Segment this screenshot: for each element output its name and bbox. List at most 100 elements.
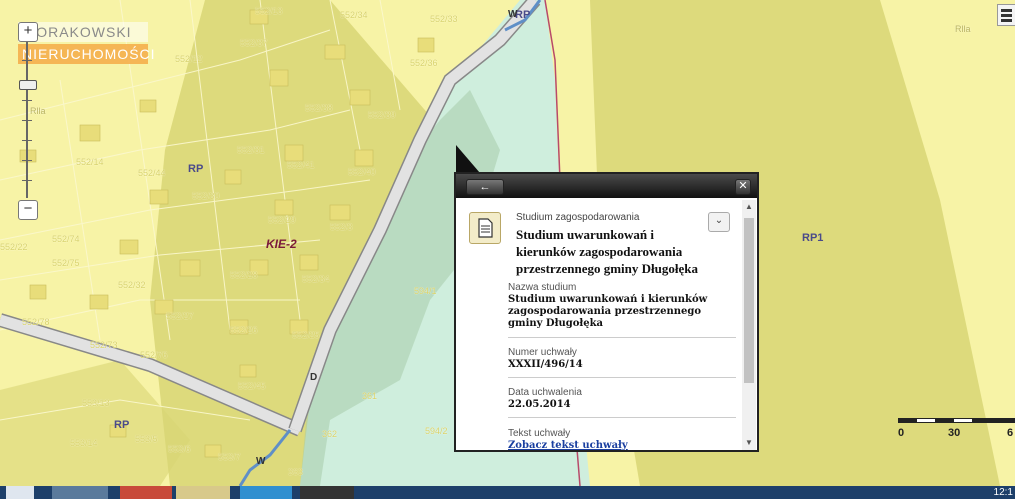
scale-segment <box>972 418 1015 423</box>
field-separator <box>508 337 736 338</box>
parcel-label: 552/3 <box>330 222 353 232</box>
taskbar-clock: 12:1 <box>993 487 1013 498</box>
parcel-label: 552/37 <box>240 38 268 48</box>
road-label: W <box>508 9 518 20</box>
field-label: Tekst uchwały <box>508 428 571 439</box>
zone-label: Rlla <box>955 24 971 34</box>
zoom-tick <box>22 100 32 101</box>
parcel-label: 594/2 <box>425 426 448 436</box>
taskbar-app-icon[interactable] <box>52 486 108 499</box>
parcel-label: 553/6 <box>168 444 191 454</box>
edge-app-icon[interactable] <box>240 486 292 499</box>
parcel-label: 552/25 <box>292 330 320 340</box>
parcel-label: 552/74 <box>52 234 80 244</box>
kie-zone-label: KIE-2 <box>266 237 297 251</box>
word-app-icon[interactable] <box>6 486 34 499</box>
field-value: XXXII/496/14 <box>508 359 583 370</box>
parcel-label: 552/30 <box>192 191 220 201</box>
field-label: Data uchwalenia <box>508 387 582 398</box>
scroll-down-icon[interactable]: ▼ <box>742 436 756 450</box>
layers-icon-bar <box>1001 19 1012 22</box>
parcel-label: 552/28 <box>230 270 258 280</box>
road-label: D <box>310 372 318 383</box>
zoom-tick <box>22 140 32 141</box>
field-label: Nazwa studium <box>508 282 577 293</box>
zone-label: RP <box>114 419 130 431</box>
field-label: Numer uchwały <box>508 347 577 358</box>
parcel-label: 552/13 <box>255 6 283 16</box>
field-value: Studium uwarunkowań i kierunków zagospod… <box>508 294 708 329</box>
popup-body: ⌄ Studium zagospodarowania Studium uwaru… <box>458 200 740 450</box>
zone-label: Rlla <box>30 106 46 116</box>
parcel-label: 552/12 <box>175 54 203 64</box>
close-button[interactable]: ✕ <box>735 179 751 195</box>
scale-label: 30 <box>948 427 961 439</box>
resolution-text-link[interactable]: Zobacz tekst uchwały <box>508 440 733 450</box>
zoom-tick <box>22 60 32 61</box>
parcel-label: 552/34 <box>302 274 330 284</box>
popup-title: Studium uwarunkowań i kierunków zagospod… <box>516 227 698 276</box>
info-popup: ← ✕ ⌄ Studium zagospodarowania Studium u… <box>454 172 759 452</box>
zoom-slider-handle[interactable] <box>19 80 37 90</box>
zone-label: RP1 <box>802 232 824 244</box>
parcel-label: 552/36 <box>410 58 438 68</box>
scale-segment <box>935 418 953 423</box>
parcel-label: 552/45 <box>238 381 266 391</box>
parcel-label: 361 <box>362 391 378 401</box>
parcel-label: 552/32 <box>118 280 146 290</box>
zoom-tick <box>22 160 32 161</box>
scale-bar: 0 30 6 <box>898 418 1015 448</box>
scale-segment <box>953 418 973 423</box>
parcel-label: 594/1 <box>414 286 437 296</box>
parcel-label: 552/76 <box>140 350 168 360</box>
parcel-label: 553/13 <box>82 398 110 408</box>
parcel-label: 363 <box>288 467 304 477</box>
scroll-up-icon[interactable]: ▲ <box>742 200 756 214</box>
field-separator <box>508 417 736 418</box>
parcel-label: 553/5 <box>135 434 158 444</box>
scroll-thumb[interactable] <box>744 218 754 383</box>
zone-label: RP <box>188 163 204 175</box>
field-separator <box>508 377 736 378</box>
popup-scrollbar[interactable]: ▲ ▼ <box>742 200 756 450</box>
logo-line-2: NIERUCHOMOŚCI <box>18 44 155 64</box>
parcel-label: 552/22 <box>0 242 28 252</box>
parcel-label: 552/73 <box>90 340 118 350</box>
scale-segment <box>916 418 936 423</box>
road-label: W <box>256 456 266 467</box>
popup-pointer <box>456 145 480 173</box>
parcel-label: 552/75 <box>52 258 80 268</box>
expand-button[interactable]: ⌄ <box>708 212 730 232</box>
layers-icon <box>1001 9 1012 12</box>
zoom-out-button[interactable]: − <box>18 200 38 220</box>
parcel-label: 552/33 <box>430 14 458 24</box>
zoom-in-button[interactable]: + <box>18 22 38 42</box>
zoom-tick <box>22 120 32 121</box>
field-value: 22.05.2014 <box>508 399 571 410</box>
parcel-label: 553/14 <box>70 438 98 448</box>
parcel-label: 552/27 <box>166 311 194 321</box>
chrome-app-icon[interactable] <box>120 486 172 499</box>
parcel-label: 552/38 <box>305 103 333 113</box>
zoom-tick <box>22 180 32 181</box>
back-button[interactable]: ← <box>466 179 504 195</box>
parcel-label: 552/39 <box>368 110 396 120</box>
parcel-label: 553/7 <box>218 452 241 462</box>
scale-label: 6 <box>1007 427 1014 439</box>
scale-label: 0 <box>898 427 905 439</box>
parcel-label: 362 <box>322 429 338 439</box>
parcel-label: 552/44 <box>138 168 166 178</box>
studio-app-icon[interactable] <box>300 486 354 499</box>
layers-toggle-button[interactable] <box>997 4 1015 26</box>
parcel-label: 552/26 <box>230 325 258 335</box>
parcel-label: 552/29 <box>268 215 296 225</box>
explorer-app-icon[interactable] <box>176 486 230 499</box>
parcel-label: 552/34 <box>340 10 368 20</box>
parcel-label: 552/41 <box>287 160 315 170</box>
parcel-label: 552/40 <box>348 167 376 177</box>
popup-category: Studium zagospodarowania <box>516 212 640 223</box>
popup-header: ← ✕ <box>456 174 757 198</box>
document-icon <box>469 212 501 244</box>
parcel-label: 552/14 <box>76 157 104 167</box>
scale-segment <box>898 418 916 423</box>
